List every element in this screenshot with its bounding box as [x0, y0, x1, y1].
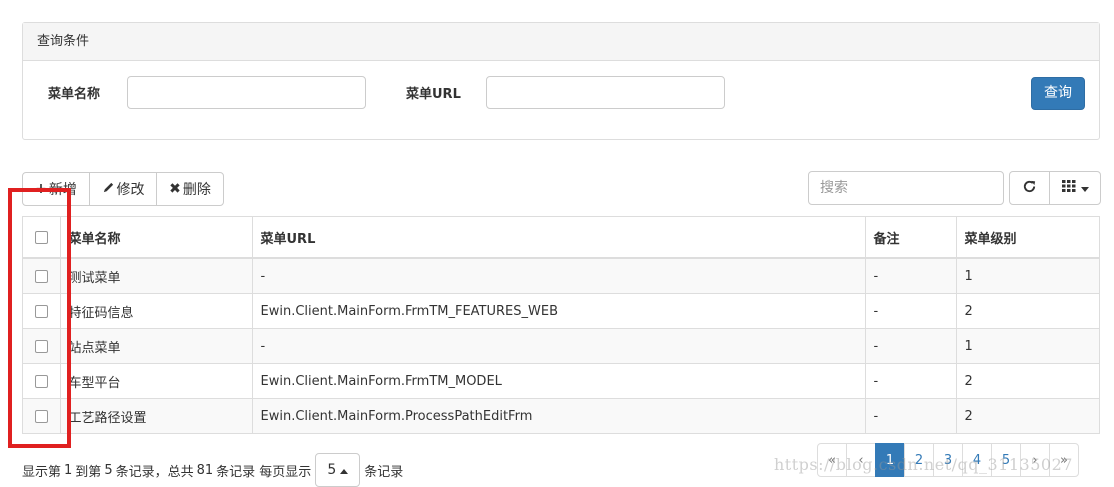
- delete-button-label: 删除: [182, 182, 211, 198]
- page-size-value: 5: [327, 462, 337, 478]
- next-page-button[interactable]: ›: [1020, 443, 1050, 477]
- row-checkbox[interactable]: [34, 339, 48, 353]
- cell-remark: -: [865, 293, 957, 329]
- info-from: 1: [64, 462, 73, 478]
- page-1-button[interactable]: 1: [875, 443, 905, 477]
- cell-remark: -: [865, 328, 957, 364]
- edit-button-label: 修改: [116, 182, 145, 198]
- page-5-button[interactable]: 5: [991, 443, 1021, 477]
- query-button[interactable]: 查询: [1031, 77, 1085, 110]
- header-menu-name[interactable]: 菜单名称: [60, 217, 253, 259]
- row-checkbox-cell: [23, 398, 61, 433]
- row-checkbox[interactable]: [34, 374, 48, 388]
- table-tools: [1009, 171, 1101, 205]
- menu-url-input[interactable]: [486, 76, 725, 109]
- row-checkbox-cell: [23, 257, 61, 294]
- row-checkbox[interactable]: [34, 409, 48, 423]
- page-3-button[interactable]: 3: [933, 443, 963, 477]
- header-menu-url[interactable]: 菜单URL: [252, 217, 866, 259]
- row-checkbox-cell: [23, 328, 61, 364]
- columns-button[interactable]: [1049, 171, 1101, 205]
- add-button-label: 新增: [48, 182, 77, 198]
- cell-menu-name: 特征码信息: [60, 293, 253, 329]
- pagination: « ‹ 1 2 3 4 5 › »: [817, 443, 1079, 477]
- refresh-icon: [1022, 179, 1037, 198]
- cell-menu-url: -: [252, 257, 866, 294]
- cell-menu-name: 车型平台: [60, 363, 253, 399]
- select-all-cell: [23, 217, 61, 259]
- header-menu-level[interactable]: 菜单级别: [956, 217, 1099, 259]
- page-2-button[interactable]: 2: [904, 443, 934, 477]
- header-remark[interactable]: 备注: [865, 217, 957, 259]
- edit-button[interactable]: 修改: [89, 172, 157, 206]
- info-to-text: 到第: [75, 464, 102, 480]
- menu-name-input[interactable]: [127, 76, 366, 109]
- table-row[interactable]: 工艺路径设置 Ewin.Client.MainForm.ProcessPathEd…: [23, 398, 1099, 433]
- cell-menu-name: 测试菜单: [60, 257, 253, 294]
- add-button[interactable]: + 新增: [22, 172, 90, 206]
- cell-menu-level: 2: [956, 398, 1099, 433]
- row-checkbox-cell: [23, 363, 61, 399]
- row-checkbox[interactable]: [34, 269, 48, 283]
- pagination-info: 显示第 1 到第 5 条记录，总共 81 条记录 每页显示 5 条记录: [22, 453, 403, 487]
- menu-url-label: 菜单URL: [406, 87, 461, 102]
- refresh-button[interactable]: [1009, 171, 1050, 205]
- pencil-icon: [102, 181, 115, 198]
- select-all-checkbox[interactable]: [34, 230, 48, 244]
- cell-menu-level: 1: [956, 328, 1099, 364]
- menu-name-label: 菜单名称: [48, 87, 101, 102]
- cell-menu-url: Ewin.Client.MainForm.FrmTM_FEATURES_WEB: [252, 293, 866, 329]
- cell-remark: -: [865, 257, 957, 294]
- first-page-button[interactable]: «: [817, 443, 847, 477]
- menu-table: 菜单名称 菜单URL 备注 菜单级别 测试菜单 - -1 特征码信息 Ewin.Clie…: [22, 216, 1100, 434]
- page-size-suffix: 条记录: [364, 464, 404, 480]
- info-total: 81: [196, 462, 214, 478]
- last-page-button[interactable]: »: [1049, 443, 1079, 477]
- cell-menu-url: Ewin.Client.MainForm.FrmTM_MODEL: [252, 363, 866, 399]
- query-panel-title: 查询条件: [23, 23, 1099, 61]
- cell-menu-name: 工艺路径设置: [60, 398, 253, 433]
- action-toolbar: + 新增 修改 ✖ 删除: [22, 172, 224, 206]
- cell-menu-url: Ewin.Client.MainForm.ProcessPathEditFrm: [252, 398, 866, 433]
- cell-menu-level: 2: [956, 293, 1099, 329]
- table-row[interactable]: 车型平台 Ewin.Client.MainForm.FrmTM_MODEL -2: [23, 363, 1099, 399]
- info-total-text: 条记录 每页显示: [216, 464, 312, 480]
- table-row[interactable]: 测试菜单 - -1: [23, 257, 1099, 294]
- delete-button[interactable]: ✖ 删除: [156, 172, 224, 206]
- cell-menu-url: -: [252, 328, 866, 364]
- cell-menu-name: 站点菜单: [60, 328, 253, 364]
- info-records-text: 条记录，总共: [115, 464, 194, 480]
- page-4-button[interactable]: 4: [962, 443, 992, 477]
- table-header-row: 菜单名称 菜单URL 备注 菜单级别: [23, 217, 1099, 259]
- row-checkbox[interactable]: [34, 304, 48, 318]
- cell-menu-level: 2: [956, 363, 1099, 399]
- grid-columns-icon: [1061, 180, 1076, 196]
- plus-icon: +: [35, 181, 47, 197]
- caret-down-icon: [1080, 180, 1089, 196]
- caret-up-icon: [340, 462, 349, 478]
- info-prefix: 显示第: [22, 464, 62, 480]
- remove-icon: ✖: [169, 181, 181, 197]
- info-to: 5: [104, 462, 113, 478]
- row-checkbox-cell: [23, 293, 61, 329]
- search-input[interactable]: [808, 171, 1004, 205]
- cell-remark: -: [865, 398, 957, 433]
- cell-remark: -: [865, 363, 957, 399]
- prev-page-button[interactable]: ‹: [846, 443, 876, 477]
- table-row[interactable]: 站点菜单 - -1: [23, 328, 1099, 364]
- cell-menu-level: 1: [956, 257, 1099, 294]
- table-row[interactable]: 特征码信息 Ewin.Client.MainForm.FrmTM_FEATURES…: [23, 293, 1099, 329]
- query-panel: 查询条件 菜单名称 菜单URL 查询: [22, 22, 1100, 140]
- page-size-dropdown[interactable]: 5: [315, 453, 361, 487]
